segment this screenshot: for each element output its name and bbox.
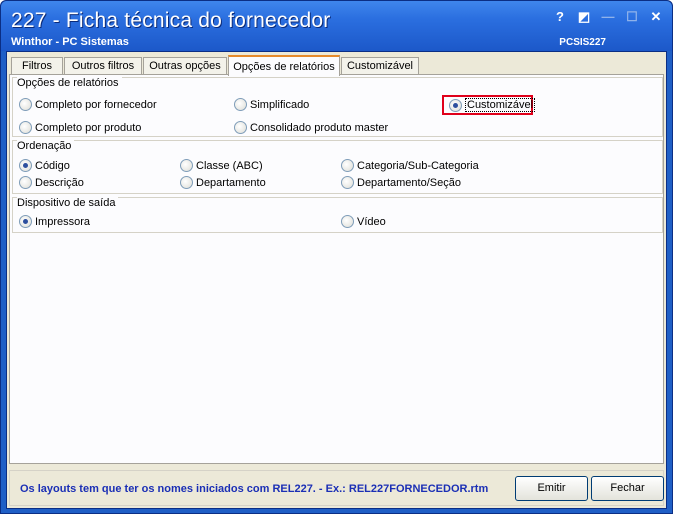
window-subtitle: Winthor - PC Sistemas — [11, 36, 129, 48]
tab-panel: Opções de relatórios Completo por fornec… — [9, 74, 664, 464]
minimize-icon[interactable]: — — [600, 9, 616, 25]
close-button[interactable]: Fechar — [591, 476, 664, 501]
title-bar[interactable]: 227 - Ficha técnica do fornecedor Wintho… — [1, 1, 672, 51]
radio-circle — [341, 215, 354, 228]
output-device-group: Dispositivo de saída Impressora Vídeo — [12, 197, 663, 233]
layout-info-text: Os layouts tem que ter os nomes iniciado… — [20, 483, 489, 495]
radio-label: Vídeo — [357, 215, 386, 228]
radio-circle — [19, 98, 32, 111]
radio-label: Departamento/Seção — [357, 176, 461, 189]
radio-video[interactable]: Vídeo — [341, 215, 386, 228]
radio-circle — [449, 98, 462, 112]
radio-circle — [234, 98, 247, 111]
client-area: Filtros Outros filtros Outras opções Opç… — [6, 51, 667, 509]
radio-classe-abc[interactable]: Classe (ABC) — [180, 159, 263, 172]
radio-completo-por-fornecedor[interactable]: Completo por fornecedor — [19, 98, 157, 111]
radio-departamento[interactable]: Departamento — [180, 176, 266, 189]
radio-circle — [180, 159, 193, 172]
radio-circle — [341, 159, 354, 172]
radio-label: Completo por produto — [35, 121, 142, 134]
radio-label: Código — [35, 159, 70, 172]
radio-simplificado[interactable]: Simplificado — [234, 98, 309, 111]
radio-label: Customizável — [465, 98, 536, 112]
footer-bar: Os layouts tem que ter os nomes iniciado… — [9, 470, 664, 506]
radio-circle — [234, 121, 247, 134]
radio-label: Categoria/Sub-Categoria — [357, 159, 479, 172]
application-window: 227 - Ficha técnica do fornecedor Wintho… — [0, 0, 673, 514]
radio-completo-por-produto[interactable]: Completo por produto — [19, 121, 141, 134]
radio-circle — [19, 176, 32, 189]
report-options-group: Opções de relatórios Completo por fornec… — [12, 77, 663, 137]
radio-impressora[interactable]: Impressora — [19, 215, 90, 228]
radio-label: Departamento — [196, 176, 266, 189]
help-icon[interactable]: ? — [552, 9, 568, 25]
maximize-icon[interactable]: ☐ — [624, 9, 640, 25]
restore-layout-icon[interactable]: ◩ — [576, 9, 592, 25]
close-icon[interactable]: ✕ — [648, 9, 664, 25]
radio-label: Consolidado produto master — [250, 121, 389, 134]
radio-categoria-sub-categoria[interactable]: Categoria/Sub-Categoria — [341, 159, 479, 172]
radio-descricao[interactable]: Descrição — [19, 176, 84, 189]
radio-label: Impressora — [35, 215, 91, 228]
radio-label: Classe (ABC) — [196, 159, 263, 172]
radio-label: Descrição — [35, 176, 84, 189]
radio-circle — [341, 176, 354, 189]
radio-circle — [180, 176, 193, 189]
ordering-group: Ordenação Código Classe (ABC) Categoria/… — [12, 140, 663, 194]
radio-codigo[interactable]: Código — [19, 159, 70, 172]
radio-circle — [19, 215, 32, 228]
report-options-title: Opções de relatórios — [17, 77, 122, 89]
radio-label: Completo por fornecedor — [35, 98, 157, 111]
radio-customizavel[interactable]: Customizável — [449, 98, 536, 112]
radio-consolidado-produto-master[interactable]: Consolidado produto master — [234, 121, 388, 134]
program-code: PCSIS227 — [559, 37, 606, 48]
radio-departamento-secao[interactable]: Departamento/Seção — [341, 176, 461, 189]
output-device-title: Dispositivo de saída — [17, 197, 119, 209]
emit-button[interactable]: Emitir — [515, 476, 588, 501]
radio-label: Simplificado — [250, 98, 310, 111]
tab-opcoes-de-relatorios[interactable]: Opções de relatórios — [228, 55, 340, 76]
ordering-title: Ordenação — [17, 140, 75, 152]
radio-circle — [19, 121, 32, 134]
radio-circle — [19, 159, 32, 172]
window-title: 227 - Ficha técnica do fornecedor — [11, 9, 331, 32]
title-bar-controls: ? ◩ — ☐ ✕ — [552, 9, 664, 25]
